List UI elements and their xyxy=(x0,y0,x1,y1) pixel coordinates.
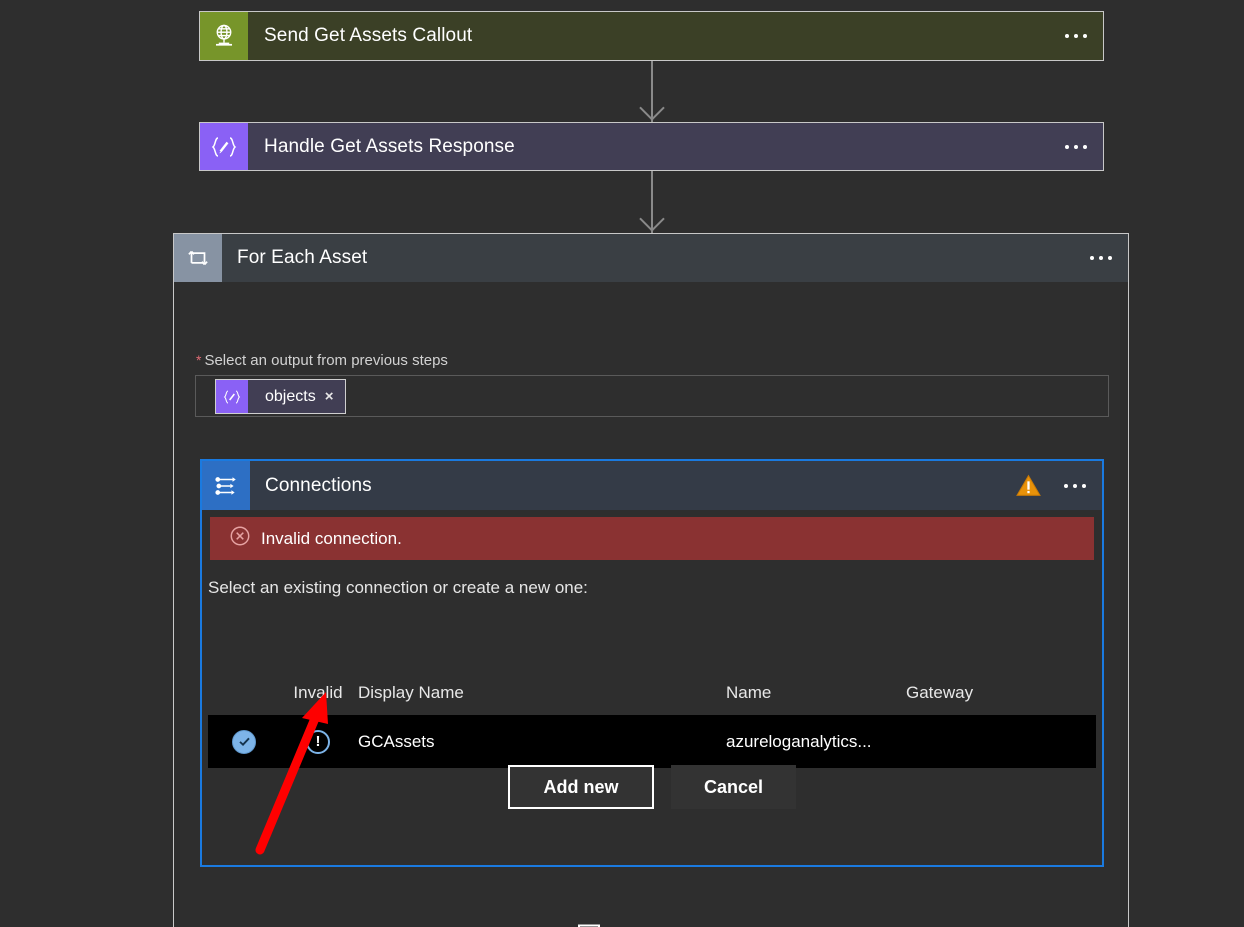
foreach-header[interactable]: For Each Asset xyxy=(174,234,1128,282)
warning-triangle-icon xyxy=(1008,461,1048,510)
connections-header[interactable]: Connections xyxy=(202,461,1102,510)
row-display-name: GCAssets xyxy=(358,731,435,751)
connections-instruction: Select an existing connection or create … xyxy=(208,578,588,597)
check-circle-icon[interactable] xyxy=(232,729,256,754)
token-chip-objects[interactable]: objects × xyxy=(215,379,347,414)
connections-title: Connections xyxy=(265,474,372,496)
connector-arrow-1 xyxy=(639,61,665,122)
flow-step-handle-get-assets-response[interactable]: Handle Get Assets Response xyxy=(199,122,1104,171)
foreach-menu-button[interactable] xyxy=(1074,234,1128,282)
table-row[interactable]: ! GCAssets azureloganalytics... xyxy=(208,715,1096,768)
parse-json-icon xyxy=(200,123,248,170)
required-marker: * xyxy=(196,352,202,368)
step-menu-button[interactable] xyxy=(1049,12,1103,60)
globe-http-icon xyxy=(200,12,248,60)
connector-arrow-2 xyxy=(639,171,665,233)
connections-icon xyxy=(202,461,250,510)
loop-icon xyxy=(174,234,222,282)
error-message: Invalid connection. xyxy=(261,528,402,548)
column-header-name: Name xyxy=(726,683,772,702)
table-header-row: Invalid Display Name Name Gateway xyxy=(208,671,1096,715)
action-card-connections[interactable]: Connections Invalid connection. Select a… xyxy=(200,459,1104,867)
flow-step-title: Handle Get Assets Response xyxy=(264,135,515,157)
foreach-output-input[interactable]: objects × xyxy=(195,375,1109,417)
foreach-field-label: * Select an output from previous steps xyxy=(196,352,448,369)
token-label: objects xyxy=(265,387,316,405)
column-header-gateway: Gateway xyxy=(906,683,974,702)
foreach-scope: For Each Asset * Select an output from pr… xyxy=(173,233,1129,927)
row-select-cell[interactable] xyxy=(208,729,280,754)
add-action-icon xyxy=(574,922,604,927)
close-icon[interactable]: × xyxy=(325,388,346,405)
foreach-body: * Select an output from previous steps ob… xyxy=(174,282,1128,927)
logic-app-designer-canvas: Send Get Assets Callout Handle Get Asset… xyxy=(0,0,1244,927)
column-header-display-name: Display Name xyxy=(358,683,464,702)
connections-table: Invalid Display Name Name Gateway ! GCAs… xyxy=(208,671,1096,768)
cancel-button[interactable]: Cancel xyxy=(671,765,796,809)
exclamation-circle-icon[interactable]: ! xyxy=(306,729,330,754)
add-an-action-button[interactable]: Add an action xyxy=(574,922,733,927)
foreach-title: For Each Asset xyxy=(237,247,368,268)
column-header-invalid: Invalid xyxy=(293,683,343,702)
connection-dialog-buttons: Add new Cancel xyxy=(508,765,796,809)
add-new-button[interactable]: Add new xyxy=(508,765,654,809)
parse-json-icon xyxy=(216,380,248,413)
step-menu-button[interactable] xyxy=(1049,123,1103,170)
flow-step-title: Send Get Assets Callout xyxy=(264,25,473,46)
connections-menu-button[interactable] xyxy=(1048,461,1102,510)
error-banner: Invalid connection. xyxy=(210,517,1094,560)
flow-step-send-get-assets-callout[interactable]: Send Get Assets Callout xyxy=(199,11,1104,61)
row-invalid-cell[interactable]: ! xyxy=(280,729,356,754)
error-circle-icon xyxy=(229,525,251,552)
row-name: azureloganalytics... xyxy=(726,731,872,751)
